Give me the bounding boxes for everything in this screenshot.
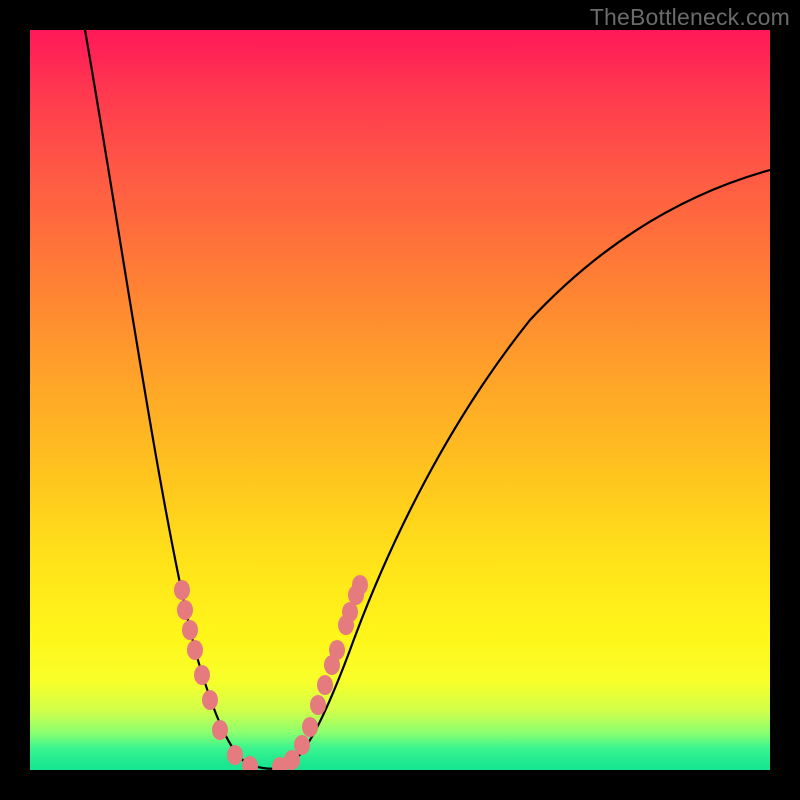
scatter-dot bbox=[202, 690, 218, 710]
watermark-text: TheBottleneck.com bbox=[590, 4, 790, 31]
scatter-dot bbox=[342, 602, 358, 622]
plot-area bbox=[30, 30, 770, 770]
scatter-dot bbox=[182, 620, 198, 640]
scatter-dot bbox=[177, 600, 193, 620]
bottleneck-curve bbox=[85, 30, 770, 769]
scatter-dot bbox=[212, 720, 228, 740]
scatter-dot bbox=[302, 717, 318, 737]
scatter-dot bbox=[174, 580, 190, 600]
scatter-dot bbox=[317, 675, 333, 695]
scatter-left-branch bbox=[174, 580, 258, 770]
chart-stage: TheBottleneck.com bbox=[0, 0, 800, 800]
scatter-dot bbox=[227, 745, 243, 765]
scatter-dot bbox=[310, 695, 326, 715]
scatter-dot bbox=[294, 735, 310, 755]
scatter-dot bbox=[242, 756, 258, 770]
scatter-right-branch bbox=[272, 575, 368, 770]
scatter-dot bbox=[187, 640, 203, 660]
scatter-dot bbox=[194, 665, 210, 685]
scatter-dot bbox=[329, 640, 345, 660]
chart-svg bbox=[30, 30, 770, 770]
scatter-dot bbox=[352, 575, 368, 595]
